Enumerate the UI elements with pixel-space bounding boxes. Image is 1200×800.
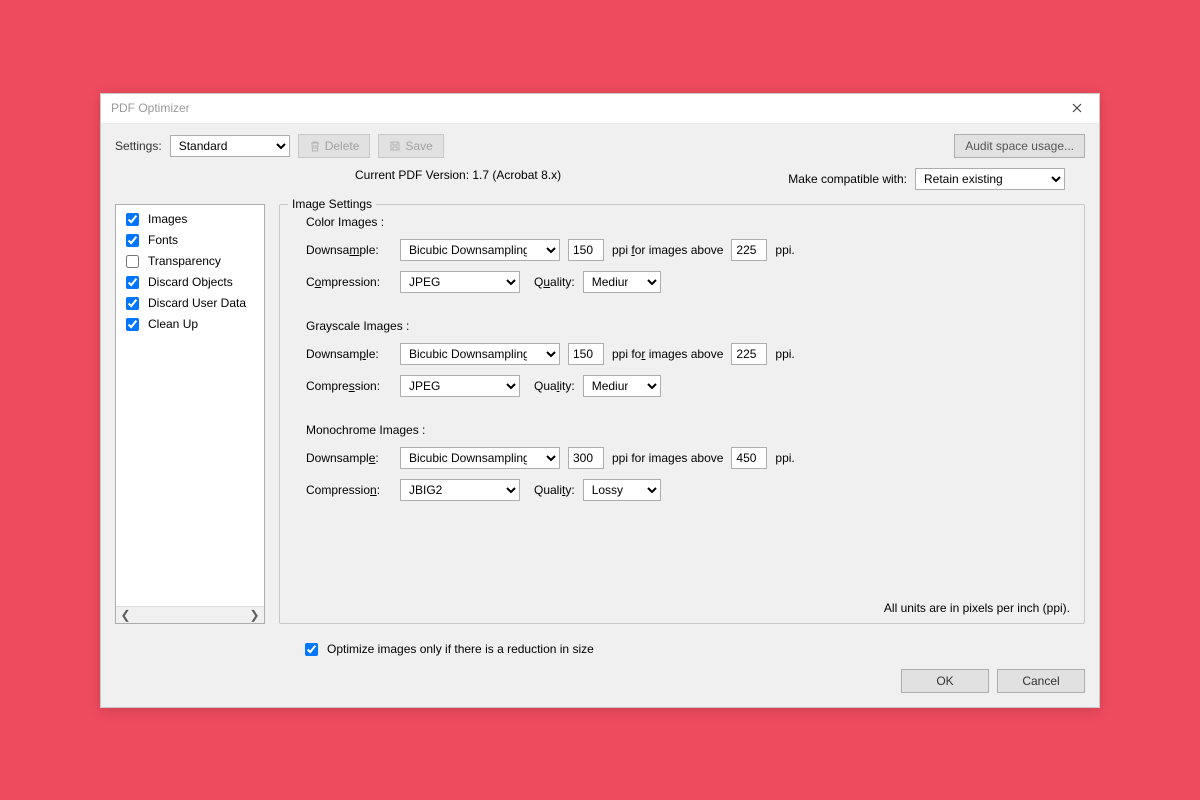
mono-downsample-select[interactable]: Bicubic Downsampling to	[400, 447, 560, 469]
version-row: Current PDF Version: 1.7 (Acrobat 8.x) M…	[101, 164, 1099, 204]
ppi-suffix: ppi.	[775, 451, 794, 465]
color-images-group: Color Images : Downsample: Bicubic Downs…	[294, 215, 1070, 293]
gray-compression-select[interactable]: JPEG	[400, 375, 520, 397]
list-item[interactable]: Fonts	[122, 230, 258, 251]
close-button[interactable]	[1054, 93, 1099, 123]
group-title: Color Images :	[294, 215, 1070, 229]
dialog-window: PDF Optimizer Settings: Standard Delete …	[100, 93, 1100, 708]
checkbox-images[interactable]	[126, 213, 139, 226]
ppi-mid-label: ppi for images above	[612, 243, 723, 257]
current-version-label: Current PDF Version: 1.7 (Acrobat 8.x)	[325, 168, 748, 190]
color-compression-select[interactable]: JPEG	[400, 271, 520, 293]
scroll-left-icon[interactable]: ❮	[118, 607, 133, 622]
scroll-right-icon[interactable]: ❯	[247, 607, 262, 622]
quality-label: Quality:	[534, 379, 575, 393]
list-item[interactable]: Transparency	[122, 251, 258, 272]
gray-quality-select[interactable]: Medium	[583, 375, 661, 397]
mono-compression-select[interactable]: JBIG2	[400, 479, 520, 501]
compat-label: Make compatible with:	[788, 172, 907, 186]
compression-label: Compression:	[306, 483, 392, 497]
ppi-mid-label: ppi for images above	[612, 347, 723, 361]
checkbox-fonts[interactable]	[126, 234, 139, 247]
window-title: PDF Optimizer	[111, 101, 190, 115]
compat-select[interactable]: Retain existing	[915, 168, 1065, 190]
list-item-label: Discard Objects	[148, 275, 233, 289]
color-ppi-input[interactable]	[568, 239, 604, 261]
quality-label: Quality:	[534, 483, 575, 497]
checkbox-transparency[interactable]	[126, 255, 139, 268]
list-item-label: Images	[148, 212, 187, 226]
titlebar: PDF Optimizer	[101, 94, 1099, 124]
units-note: All units are in pixels per inch (ppi).	[884, 601, 1070, 615]
list-item[interactable]: Images	[122, 209, 258, 230]
list-item[interactable]: Discard Objects	[122, 272, 258, 293]
list-item-label: Discard User Data	[148, 296, 246, 310]
grayscale-images-group: Grayscale Images : Downsample: Bicubic D…	[294, 319, 1070, 397]
panel-title: Image Settings	[288, 197, 376, 211]
group-title: Monochrome Images :	[294, 423, 1070, 437]
ppi-mid-label: ppi for images above	[612, 451, 723, 465]
list-item-label: Fonts	[148, 233, 178, 247]
settings-select[interactable]: Standard	[170, 135, 290, 157]
optimize-only-label: Optimize images only if there is a reduc…	[327, 642, 594, 656]
list-item-label: Transparency	[148, 254, 221, 268]
mono-ppi-input[interactable]	[568, 447, 604, 469]
footer-check-row: Optimize images only if there is a reduc…	[101, 634, 1099, 663]
toolbar: Settings: Standard Delete Save Audit spa…	[101, 124, 1099, 164]
checkbox-clean-up[interactable]	[126, 318, 139, 331]
ok-button[interactable]: OK	[901, 669, 989, 693]
optimize-only-checkbox[interactable]	[305, 643, 318, 656]
monochrome-images-group: Monochrome Images : Downsample: Bicubic …	[294, 423, 1070, 501]
audit-button[interactable]: Audit space usage...	[954, 134, 1085, 158]
downsample-label: Downsample:	[306, 243, 392, 257]
checkbox-discard-user-data[interactable]	[126, 297, 139, 310]
delete-button[interactable]: Delete	[298, 134, 371, 158]
trash-icon	[309, 140, 321, 152]
quality-label: Quality:	[534, 275, 575, 289]
compression-label: Compression:	[306, 379, 392, 393]
ppi-suffix: ppi.	[775, 347, 794, 361]
downsample-label: Downsample:	[306, 451, 392, 465]
category-list: Images Fonts Transparency Discard Object…	[115, 204, 265, 624]
mono-quality-select[interactable]: Lossy	[583, 479, 661, 501]
checkbox-discard-objects[interactable]	[126, 276, 139, 289]
downsample-label: Downsample:	[306, 347, 392, 361]
image-settings-panel: Image Settings Color Images : Downsample…	[279, 204, 1085, 624]
settings-label: Settings:	[115, 139, 162, 153]
color-above-input[interactable]	[731, 239, 767, 261]
gray-downsample-select[interactable]: Bicubic Downsampling to	[400, 343, 560, 365]
footer-buttons: OK Cancel	[101, 663, 1099, 707]
list-item[interactable]: Clean Up	[122, 314, 258, 335]
color-downsample-select[interactable]: Bicubic Downsampling to	[400, 239, 560, 261]
color-quality-select[interactable]: Medium	[583, 271, 661, 293]
compression-label: Compression:	[306, 275, 392, 289]
ppi-suffix: ppi.	[775, 243, 794, 257]
group-title: Grayscale Images :	[294, 319, 1070, 333]
mono-above-input[interactable]	[731, 447, 767, 469]
horizontal-scrollbar[interactable]: ❮ ❯	[116, 606, 264, 623]
gray-above-input[interactable]	[731, 343, 767, 365]
save-button[interactable]: Save	[378, 134, 443, 158]
close-icon	[1072, 103, 1082, 113]
list-item[interactable]: Discard User Data	[122, 293, 258, 314]
list-item-label: Clean Up	[148, 317, 198, 331]
save-icon	[389, 140, 401, 152]
gray-ppi-input[interactable]	[568, 343, 604, 365]
cancel-button[interactable]: Cancel	[997, 669, 1085, 693]
